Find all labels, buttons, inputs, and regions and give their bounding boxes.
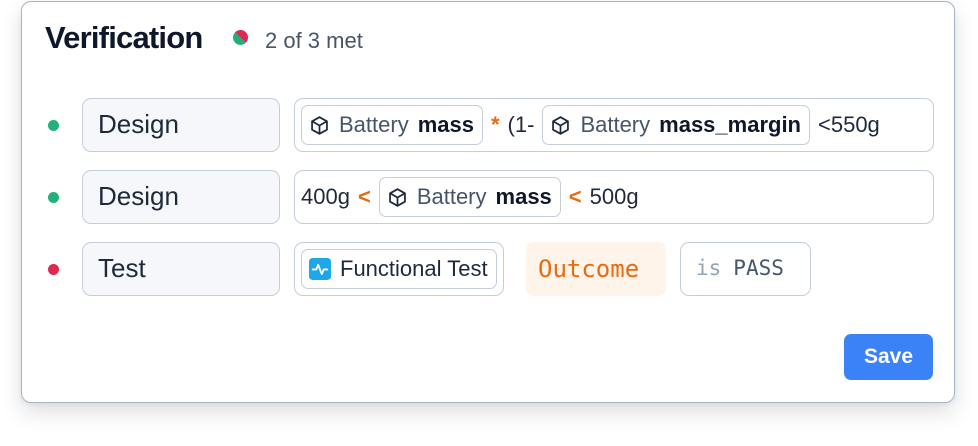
chip-object: Battery [416, 184, 487, 209]
status-dot-met [48, 192, 59, 203]
activity-icon [309, 258, 331, 280]
chip-property: mass [417, 112, 474, 137]
requirement-row: Design 400g < Battery mass < 500g [22, 169, 954, 225]
chip-object: Battery [580, 112, 651, 137]
card-title: Verification [45, 20, 203, 55]
property-chip[interactable]: Battery mass_margin [542, 105, 810, 145]
cube-icon [389, 187, 406, 207]
status-dot-met [48, 120, 59, 131]
chip-object: Battery [339, 112, 409, 137]
verification-card: Verification 2 of 3 met Design Battery m… [21, 1, 955, 403]
operator-less-than: < [357, 184, 371, 209]
condition-value: PASS [733, 256, 784, 280]
requirement-type-select[interactable]: Design [82, 98, 280, 152]
status-pie-icon [229, 26, 252, 49]
operator-multiply: * [490, 112, 500, 137]
test-chip[interactable]: Functional Test [301, 249, 497, 289]
expression-field[interactable]: 400g < Battery mass < 500g [294, 170, 934, 224]
property-chip[interactable]: Battery mass [301, 105, 483, 145]
status-summary: 2 of 3 met [265, 28, 363, 53]
status-dot-unmet [48, 264, 59, 275]
expression-field[interactable]: Battery mass * (1- Battery mass_margin <… [294, 98, 934, 152]
outcome-condition[interactable]: is PASS [680, 242, 811, 296]
upper-bound: 500g [589, 184, 639, 209]
requirement-type-select[interactable]: Test [82, 242, 280, 296]
chip-property: mass [495, 184, 552, 209]
requirement-row: Test Functional Test Outcome is PASS [22, 241, 954, 297]
requirement-type-select[interactable]: Design [82, 170, 280, 224]
lower-bound: 400g [301, 184, 350, 209]
outcome-label[interactable]: Outcome [526, 242, 666, 296]
expression-text: (1- [507, 112, 535, 137]
condition-keyword: is [696, 256, 722, 280]
chip-property: mass_margin [659, 112, 801, 137]
test-name: Functional Test [340, 256, 488, 281]
operator-less-than: < [568, 184, 582, 209]
property-chip[interactable]: Battery mass [378, 177, 561, 217]
requirement-row: Design Battery mass * (1- Battery mass_m… [22, 97, 954, 153]
save-button[interactable]: Save [844, 334, 933, 380]
expression-tail: <550g [818, 112, 880, 137]
cube-icon [552, 115, 570, 135]
cube-icon [311, 115, 328, 135]
test-field[interactable]: Functional Test [294, 242, 504, 296]
